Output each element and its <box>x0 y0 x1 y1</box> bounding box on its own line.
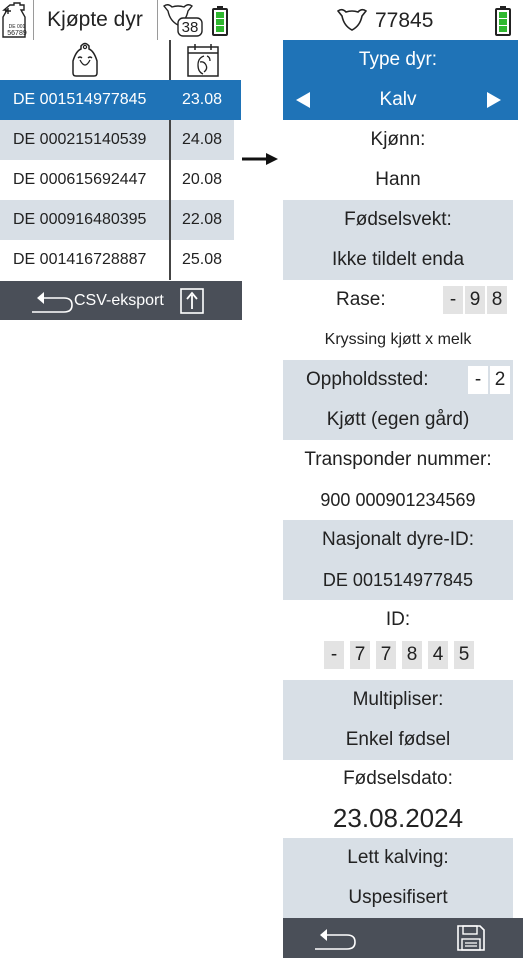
birth-weight-field[interactable]: Fødselsvekt: Ikke tildelt enda <box>283 200 513 280</box>
cow-count-value: 38 <box>181 18 199 36</box>
arrow-left-icon[interactable] <box>291 86 315 114</box>
cow-head-icon <box>337 8 367 32</box>
list-item-id: DE 000916480395 <box>13 211 147 228</box>
type-value: Kalv <box>379 89 417 110</box>
list-item-id: DE 000215140539 <box>13 131 147 148</box>
list-item-id: DE 000615692447 <box>13 171 147 188</box>
id-digit[interactable]: 5 <box>454 641 474 669</box>
location-digit[interactable]: - <box>468 366 488 394</box>
page-title: Kjøpte dyr <box>47 8 143 31</box>
list-item[interactable]: DE 000215140539 24.08 <box>0 120 234 160</box>
list-footer: CSV-eksport <box>0 281 242 320</box>
location-value: Kjøtt (egen gård) <box>326 409 470 430</box>
type-label: Type dyr: <box>358 49 438 70</box>
easy-calving-value: Uspesifisert <box>348 887 448 908</box>
transponder-label: Transponder nummer: <box>304 449 492 470</box>
transponder-value[interactable]: 900 000901234569 <box>283 480 513 520</box>
scrollbar[interactable] <box>234 80 241 120</box>
national-id-value: DE 001514977845 <box>322 569 474 590</box>
column-divider <box>169 120 171 280</box>
back-arrow-icon[interactable] <box>28 288 76 314</box>
multiples-value: Enkel fødsel <box>345 729 451 750</box>
id-digit[interactable]: 8 <box>402 641 422 669</box>
breed-field[interactable]: Rase: - 9 8 <box>283 280 513 320</box>
pointer-arrow-icon <box>242 150 280 168</box>
easy-calving-label: Lett kalving: <box>347 847 449 868</box>
list-item[interactable]: DE 000615692447 20.08 <box>0 160 234 200</box>
calendar-icon <box>186 44 219 77</box>
breed-digit[interactable]: 9 <box>465 286 485 314</box>
save-button[interactable] <box>456 924 486 952</box>
column-divider <box>169 40 171 80</box>
breed-digit[interactable]: 8 <box>487 286 507 314</box>
sex-value[interactable]: Hann <box>283 160 513 200</box>
list-item-date: 23.08 <box>181 91 223 108</box>
id-digit[interactable]: 7 <box>350 641 370 669</box>
id-digits[interactable]: - 7 7 8 4 5 <box>283 640 513 680</box>
ear-tag-column-header[interactable] <box>0 40 170 80</box>
export-icon[interactable] <box>180 288 204 314</box>
arrow-right-icon[interactable] <box>482 86 506 114</box>
id-digit[interactable]: 4 <box>428 641 448 669</box>
header-divider <box>157 0 158 40</box>
multiples-field[interactable]: Multipliser: Enkel fødsel <box>283 680 513 760</box>
back-button[interactable] <box>311 924 359 952</box>
birth-weight-label: Fødselsvekt: <box>344 209 452 230</box>
sex-label: Kjønn: <box>370 129 426 150</box>
csv-export-label[interactable]: CSV-eksport <box>74 281 164 320</box>
ear-tag-icon <box>72 42 98 77</box>
national-id-field[interactable]: Nasjonalt dyre-ID: DE 001514977845 <box>283 520 513 600</box>
id-digit[interactable]: 7 <box>376 641 396 669</box>
list-item-date: 24.08 <box>181 131 223 148</box>
list-item[interactable]: DE 001416728887 25.08 <box>0 240 234 280</box>
purchased-animals-icon: DE 001 56789 <box>0 0 33 40</box>
battery-icon <box>212 6 228 36</box>
list-item-date: 22.08 <box>181 211 223 228</box>
location-label: Oppholdssted: <box>306 369 429 390</box>
list-item-date: 25.08 <box>181 251 223 268</box>
id-digit[interactable]: - <box>324 641 344 669</box>
detail-footer <box>283 918 523 958</box>
list-item[interactable]: DE 001514977845 23.08 <box>0 80 234 120</box>
birth-weight-value: Ikke tildelt enda <box>331 249 465 270</box>
easy-calving-field[interactable]: Lett kalving: Uspesifisert <box>283 838 513 918</box>
save-icon <box>457 925 485 951</box>
list-item[interactable]: DE 000916480395 22.08 <box>0 200 234 240</box>
svg-text:56789: 56789 <box>7 30 27 37</box>
battery-icon <box>495 6 511 36</box>
id-label: ID: <box>385 609 411 630</box>
national-id-label: Nasjonalt dyre-ID: <box>321 529 475 550</box>
location-field[interactable]: Oppholdssted: - 2 Kjøtt (egen gård) <box>283 360 513 440</box>
scrollbar[interactable] <box>513 40 518 120</box>
location-digit[interactable]: 2 <box>490 366 510 394</box>
birth-date-label: Fødselsdato: <box>343 768 453 789</box>
date-column-header[interactable] <box>171 40 234 80</box>
cow-count-badge: 38 <box>160 0 206 40</box>
list-item-date: 20.08 <box>181 171 223 188</box>
breed-value: Kryssing kjøtt x melk <box>324 331 472 348</box>
breed-digit[interactable]: - <box>443 286 463 314</box>
birth-date-value[interactable]: 23.08.2024 <box>283 798 513 838</box>
back-arrow-icon <box>315 929 356 950</box>
list-item-id: DE 001514977845 <box>13 91 147 108</box>
animal-type-selector[interactable]: Type dyr: Kalv <box>283 40 513 120</box>
multiples-label: Multipliser: <box>352 689 444 710</box>
list-item-id: DE 001416728887 <box>13 251 147 268</box>
breed-label: Rase: <box>336 289 386 310</box>
animal-number: 77845 <box>375 9 434 32</box>
